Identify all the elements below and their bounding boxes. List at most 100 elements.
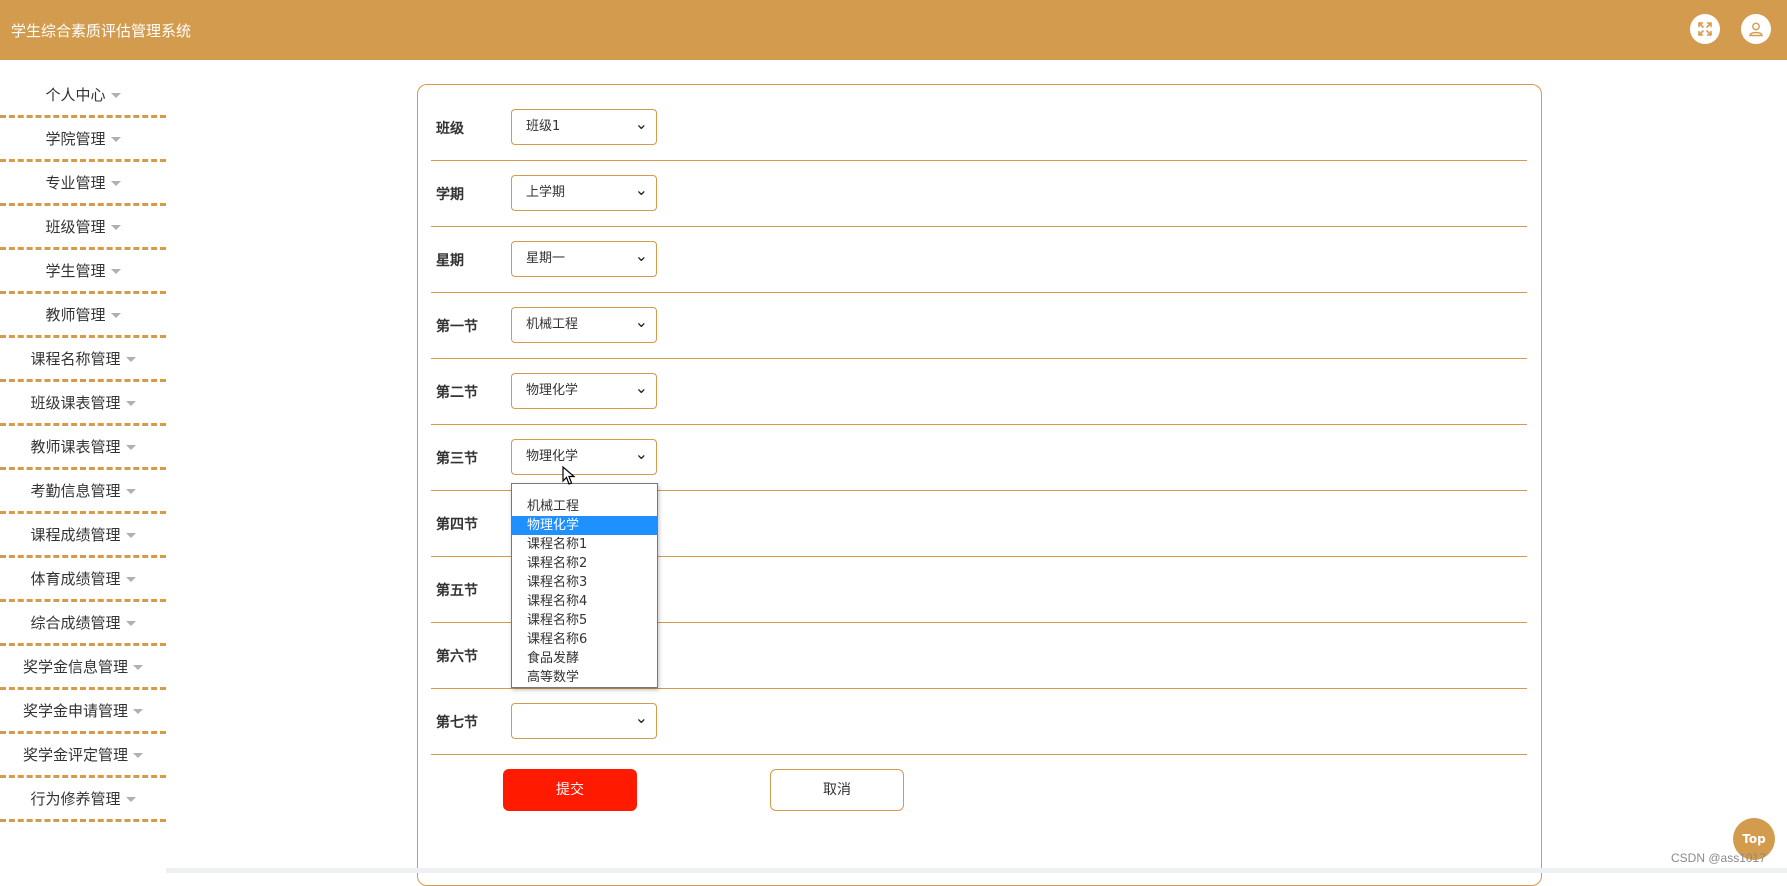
form-row: 第二节 物理化学 ⌄ bbox=[431, 358, 1527, 425]
form-row-label: 第三节 bbox=[436, 451, 478, 467]
sidebar-item-label: 学生管理 bbox=[45, 262, 106, 280]
sidebar-item[interactable]: 行为修养管理 bbox=[0, 778, 166, 822]
sidebar-item-label: 奖学金申请管理 bbox=[22, 702, 128, 720]
dropdown-option[interactable]: 物理化学 bbox=[512, 516, 657, 535]
select-value: 物理化学 bbox=[526, 383, 579, 398]
form-row-select[interactable]: 物理化学 ⌄ bbox=[511, 439, 657, 475]
sidebar-item-label: 课程名称管理 bbox=[30, 350, 121, 368]
app-title: 学生综合素质评估管理系统 bbox=[11, 22, 192, 40]
fullscreen-button[interactable] bbox=[1690, 14, 1720, 44]
chevron-down-icon: ⌄ bbox=[634, 708, 648, 727]
select-value: 机械工程 bbox=[526, 317, 579, 332]
sidebar-item-label: 行为修养管理 bbox=[30, 790, 121, 808]
dropdown-option[interactable]: 高等数学 bbox=[512, 668, 657, 687]
caret-down-icon bbox=[110, 181, 121, 186]
dropdown-option[interactable]: 课程名称2 bbox=[512, 554, 657, 573]
form-row-label: 第二节 bbox=[436, 385, 478, 401]
chevron-down-icon: ⌄ bbox=[634, 180, 648, 199]
sidebar-item[interactable]: 专业管理 bbox=[0, 162, 166, 206]
form-row-label: 星期 bbox=[436, 253, 464, 269]
sidebar-item-label: 综合成绩管理 bbox=[30, 614, 121, 632]
chevron-down-icon: ⌄ bbox=[634, 378, 648, 397]
caret-down-icon bbox=[125, 489, 136, 494]
sidebar-item-label: 个人中心 bbox=[45, 86, 106, 104]
sidebar-item[interactable]: 班级课表管理 bbox=[0, 382, 166, 426]
sidebar-item[interactable]: 班级管理 bbox=[0, 206, 166, 250]
sidebar-item[interactable]: 课程成绩管理 bbox=[0, 514, 166, 558]
sidebar-item[interactable]: 课程名称管理 bbox=[0, 338, 166, 382]
sidebar-item[interactable]: 体育成绩管理 bbox=[0, 558, 166, 602]
sidebar-item-label: 班级课表管理 bbox=[30, 394, 121, 412]
dropdown-option[interactable]: 课程名称6 bbox=[512, 630, 657, 649]
dropdown-option[interactable]: 课程名称5 bbox=[512, 611, 657, 630]
chevron-down-icon: ⌄ bbox=[634, 444, 648, 463]
submit-button[interactable]: 提交 bbox=[503, 769, 637, 811]
caret-down-icon bbox=[110, 313, 121, 318]
sidebar-item[interactable]: 学院管理 bbox=[0, 118, 166, 162]
sidebar-item[interactable]: 考勤信息管理 bbox=[0, 470, 166, 514]
sidebar-item-label: 奖学金评定管理 bbox=[22, 746, 128, 764]
dropdown-option[interactable]: 课程名称4 bbox=[512, 592, 657, 611]
chevron-down-icon: ⌄ bbox=[634, 114, 648, 133]
cancel-button[interactable]: 取消 bbox=[770, 769, 904, 811]
sidebar-item[interactable]: 个人中心 bbox=[0, 74, 166, 118]
caret-down-icon bbox=[110, 225, 121, 230]
chevron-down-icon: ⌄ bbox=[634, 246, 648, 265]
form-row: 第三节 物理化学 ⌄ bbox=[431, 424, 1527, 491]
caret-down-icon bbox=[110, 269, 121, 274]
caret-down-icon bbox=[133, 665, 143, 670]
form-row-label: 学期 bbox=[436, 187, 464, 203]
dropdown-option[interactable]: 食品发酵 bbox=[512, 649, 657, 668]
sidebar-item-label: 学院管理 bbox=[45, 130, 106, 148]
dropdown-option[interactable]: 课程名称1 bbox=[512, 535, 657, 554]
form-row-label: 第四节 bbox=[436, 517, 478, 533]
caret-down-icon bbox=[133, 753, 143, 758]
caret-down-icon bbox=[125, 357, 136, 362]
expand-arrows-icon bbox=[1698, 22, 1712, 36]
form-row: 第七节 ⌄ bbox=[431, 688, 1527, 755]
sidebar-item-label: 课程成绩管理 bbox=[30, 526, 121, 544]
caret-down-icon bbox=[110, 93, 121, 98]
user-icon bbox=[1749, 22, 1763, 37]
sidebar-item[interactable]: 学生管理 bbox=[0, 250, 166, 294]
sidebar-item-label: 奖学金信息管理 bbox=[22, 658, 128, 676]
caret-down-icon bbox=[110, 137, 121, 142]
sidebar-item-label: 体育成绩管理 bbox=[30, 570, 121, 588]
form-row-label: 第一节 bbox=[436, 319, 478, 335]
form-row-select[interactable]: 上学期 ⌄ bbox=[511, 175, 657, 211]
form-row-select[interactable]: 物理化学 ⌄ bbox=[511, 373, 657, 409]
bottom-strip bbox=[166, 868, 1787, 873]
user-button[interactable] bbox=[1741, 14, 1771, 44]
form-row-select[interactable]: 机械工程 ⌄ bbox=[511, 307, 657, 343]
select-value: 物理化学 bbox=[526, 449, 579, 464]
caret-down-icon bbox=[125, 533, 136, 538]
sidebar-item-label: 班级管理 bbox=[45, 218, 106, 236]
sidebar-item[interactable]: 奖学金申请管理 bbox=[0, 690, 166, 734]
caret-down-icon bbox=[133, 709, 143, 714]
select-value: 班级1 bbox=[526, 119, 561, 134]
dropdown-option[interactable]: 课程名称3 bbox=[512, 573, 657, 592]
sidebar-item-label: 专业管理 bbox=[45, 174, 106, 192]
form-row-select[interactable]: 班级1 ⌄ bbox=[511, 109, 657, 145]
dropdown-option[interactable]: 机械工程 bbox=[512, 497, 657, 516]
sidebar-item[interactable]: 综合成绩管理 bbox=[0, 602, 166, 646]
watermark: CSDN @ass1017 bbox=[1671, 851, 1766, 865]
sidebar-item[interactable]: 教师管理 bbox=[0, 294, 166, 338]
form-row: 学期 上学期 ⌄ bbox=[431, 160, 1527, 227]
form-row-select[interactable]: 星期一 ⌄ bbox=[511, 241, 657, 277]
sidebar-item-label: 教师课表管理 bbox=[30, 438, 121, 456]
chevron-down-icon: ⌄ bbox=[634, 312, 648, 331]
course-dropdown-list[interactable]: 机械工程 物理化学 课程名称1 课程名称2 课程名称3 课程名称4 课程名称5 课程名称6 食品… bbox=[511, 483, 658, 688]
sidebar-item[interactable]: 奖学金评定管理 bbox=[0, 734, 166, 778]
form-row-label: 第六节 bbox=[436, 649, 478, 665]
form-row-select[interactable]: ⌄ bbox=[511, 703, 657, 739]
form-row: 第一节 机械工程 ⌄ bbox=[431, 292, 1527, 359]
caret-down-icon bbox=[125, 401, 136, 406]
caret-down-icon bbox=[125, 797, 136, 802]
sidebar: 个人中心学院管理专业管理班级管理学生管理教师管理课程名称管理 班级课表管理 教师课表… bbox=[0, 74, 166, 822]
sidebar-item[interactable]: 教师课表管理 bbox=[0, 426, 166, 470]
form-row: 星期 星期一 ⌄ bbox=[431, 226, 1527, 293]
sidebar-item[interactable]: 奖学金信息管理 bbox=[0, 646, 166, 690]
form-row: 班级 班级1 ⌄ bbox=[431, 94, 1527, 161]
sidebar-item-label: 教师管理 bbox=[45, 306, 106, 324]
